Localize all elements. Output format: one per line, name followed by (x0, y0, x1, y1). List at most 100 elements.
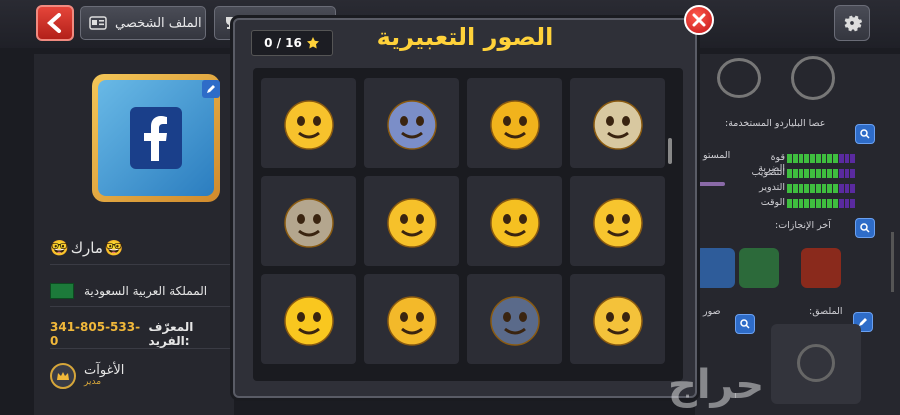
emoji-grid-scrollbar[interactable] (668, 138, 672, 164)
level-label: المستو (703, 150, 731, 161)
emoji-cell[interactable] (364, 176, 459, 266)
stat-bar-segment (815, 184, 821, 193)
country-row: المملكة العربية السعودية (50, 276, 235, 307)
emoji-cell[interactable] (467, 274, 562, 364)
emoji-cell[interactable] (261, 78, 356, 168)
stat-bar-segment (838, 154, 844, 163)
edit-avatar-button[interactable] (202, 80, 220, 98)
achievements-label: آخر الإنجازات: (775, 220, 831, 231)
unique-id-label: المعرّف الفريد: (148, 320, 194, 348)
cool-shades-emoji-icon (489, 198, 540, 248)
emoji-cell[interactable] (570, 78, 665, 168)
stat-bar-segment (833, 184, 838, 193)
stat-bar-segment (833, 169, 838, 178)
close-icon (692, 13, 706, 27)
spooky-ghost-emoji-icon (592, 100, 643, 150)
country-name: المملكة العربية السعودية (84, 284, 208, 298)
hooded-lantern-emoji-icon (283, 198, 334, 248)
achievements-search-button[interactable] (855, 218, 875, 238)
stat-bar-segment (833, 199, 838, 208)
gear-icon (844, 15, 863, 32)
stat-bar-segment (850, 184, 855, 193)
stat-bar-segment (821, 184, 827, 193)
photos-search-button[interactable] (735, 314, 755, 334)
pencil-icon (207, 85, 215, 93)
profile-name-row: 🤓 مارك 🤓 (50, 232, 235, 265)
nerd-emoji-icon: 🤓 (50, 239, 69, 257)
stat-bar-segment (787, 199, 792, 208)
stat-bar-segment (792, 199, 798, 208)
emoji-cell[interactable] (570, 176, 665, 266)
profile-card-icon (89, 16, 107, 30)
search-icon (740, 319, 750, 329)
achievement-target-icon[interactable] (801, 248, 841, 288)
wheel-icon (791, 56, 835, 100)
emoji-grid-area[interactable] (253, 68, 683, 381)
stat-bar-segment (810, 184, 815, 193)
avatar[interactable] (92, 74, 220, 202)
reading-emoji-icon (283, 100, 334, 150)
bat-vampire-emoji-icon (386, 100, 437, 150)
tab-profile[interactable]: الملف الشخصي (80, 6, 206, 40)
stat-label: التصويب (751, 167, 785, 178)
achievement-badge[interactable] (695, 248, 735, 288)
emoji-cell[interactable] (261, 176, 356, 266)
club-crown-icon (50, 363, 76, 389)
laughing-emoji-icon (592, 198, 643, 248)
cues-search-button[interactable] (855, 124, 875, 144)
stat-bar-segment (787, 169, 792, 178)
emoji-cell[interactable] (364, 78, 459, 168)
emoji-cell[interactable] (261, 274, 356, 364)
stat-bar-segment (804, 169, 809, 178)
stat-bar-segment (810, 154, 815, 163)
stat-bar-segment (815, 169, 821, 178)
robot-helmet-emoji-icon (489, 296, 540, 346)
emoji-cell[interactable] (570, 274, 665, 364)
no-sticker-icon (797, 344, 835, 382)
stat-bar-segment (838, 169, 844, 178)
facebook-avatar-icon (98, 80, 214, 196)
stat-bar-segment (798, 154, 804, 163)
profile-name: مارك (70, 239, 103, 257)
club-role: مدير (84, 377, 102, 388)
emoji-cell[interactable] (467, 176, 562, 266)
nerd-emoji-icon: 🤓 (104, 239, 124, 257)
club-name: الأغوآت (84, 362, 125, 378)
cue-stick-icon (697, 182, 725, 186)
stat-bar-segment (827, 169, 832, 178)
scrollbar[interactable] (891, 232, 894, 292)
emoji-cell[interactable] (467, 78, 562, 168)
achievement-9ball-icon[interactable] (739, 248, 779, 288)
stat-label: الوقت (760, 197, 785, 208)
stat-bar-segment (844, 169, 850, 178)
stat-bar-segment (792, 169, 798, 178)
emoji-cell[interactable] (364, 274, 459, 364)
stat-bar-segment (844, 199, 850, 208)
stat-bar-segment (787, 184, 792, 193)
stat-bar-segment (850, 169, 855, 178)
back-arrow-icon (46, 13, 61, 33)
pirate-horn-emoji-icon (386, 296, 437, 346)
unique-id-row: 341-805-533-0 المعرّف الفريد: (50, 320, 235, 349)
settings-button[interactable] (834, 5, 870, 41)
stat-bar-segment (844, 184, 850, 193)
stat-bar-segment (798, 184, 804, 193)
search-icon (860, 129, 870, 139)
stat-bar-segment (787, 154, 792, 163)
stat-bar-segment (810, 169, 815, 178)
back-button[interactable] (36, 5, 74, 41)
stat-bar-segment (792, 184, 798, 193)
sticker-label: الملصق: (809, 306, 843, 317)
tab-profile-label: الملف الشخصي (115, 15, 202, 31)
stat-bar-segment (804, 154, 809, 163)
stat-bar-segment (792, 154, 798, 163)
stat-bar-segment (844, 154, 850, 163)
stat-bar-segment (804, 184, 809, 193)
stat-label: التدوير (759, 182, 785, 193)
unique-id-value[interactable]: 341-805-533-0 (50, 320, 145, 348)
punk-rock-emoji-icon (592, 296, 643, 346)
club-row[interactable]: الأغوآت مدير (50, 357, 235, 395)
close-button[interactable] (684, 5, 714, 35)
profile-panel: 🤓 مارك 🤓 المملكة العربية السعودية 341-80… (34, 54, 235, 415)
photos-label: صور (703, 306, 721, 317)
